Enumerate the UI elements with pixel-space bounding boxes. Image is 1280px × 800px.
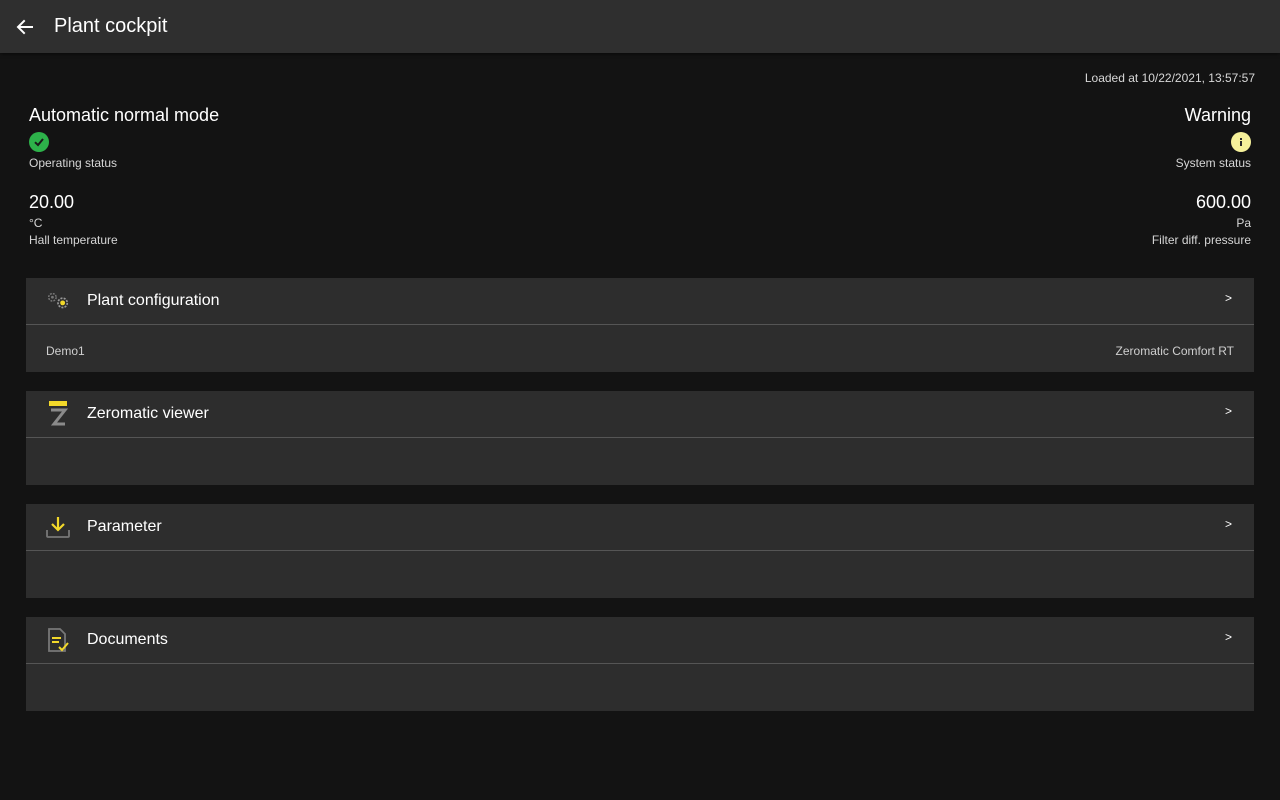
documents-card[interactable]: Documents > bbox=[26, 617, 1254, 711]
filter-pressure-block: 600.00 Pa Filter diff. pressure bbox=[1152, 192, 1251, 247]
card-header[interactable]: Parameter > bbox=[26, 504, 1254, 551]
download-icon bbox=[45, 514, 71, 540]
zeromatic-viewer-card[interactable]: Zeromatic viewer > bbox=[26, 391, 1254, 485]
gears-icon bbox=[45, 288, 71, 314]
card-title: Documents bbox=[87, 631, 168, 648]
hall-temperature-unit: °C bbox=[29, 216, 43, 230]
filter-pressure-value: 600.00 bbox=[1195, 192, 1251, 212]
info-circle-icon bbox=[1231, 132, 1251, 152]
operating-status-value: Automatic normal mode bbox=[29, 105, 220, 125]
card-header[interactable]: Documents > bbox=[26, 617, 1254, 664]
chevron-right-icon[interactable]: > bbox=[1225, 404, 1232, 418]
card-title: Parameter bbox=[87, 518, 162, 535]
check-circle-icon bbox=[29, 132, 49, 152]
plant-model: Zeromatic Comfort RT bbox=[1115, 344, 1234, 358]
chevron-right-icon[interactable]: > bbox=[1225, 630, 1232, 644]
hall-temperature-value: 20.00 bbox=[29, 192, 75, 212]
system-status-block: Warning System status bbox=[1176, 105, 1251, 170]
plant-name: Demo1 bbox=[46, 344, 85, 358]
card-body: Demo1 Zeromatic Comfort RT bbox=[26, 325, 1254, 372]
arrow-left-icon bbox=[16, 19, 33, 34]
document-check-icon bbox=[45, 627, 71, 653]
chevron-right-icon[interactable]: > bbox=[1225, 291, 1232, 305]
hall-temperature-block: 20.00 °C Hall temperature bbox=[29, 192, 118, 247]
card-body bbox=[26, 664, 1254, 711]
filter-pressure-label: Filter diff. pressure bbox=[1151, 233, 1251, 247]
system-status-label: System status bbox=[1175, 156, 1251, 170]
card-title: Plant configuration bbox=[87, 292, 220, 309]
app-bar: Plant cockpit bbox=[0, 0, 1280, 53]
chevron-right-icon[interactable]: > bbox=[1225, 517, 1232, 531]
parameter-card[interactable]: Parameter > bbox=[26, 504, 1254, 598]
card-body bbox=[26, 551, 1254, 598]
plant-configuration-card[interactable]: Plant configuration > Demo1 Zeromatic Co… bbox=[26, 278, 1254, 372]
card-title: Zeromatic viewer bbox=[87, 405, 209, 422]
filter-pressure-unit: Pa bbox=[1236, 216, 1251, 230]
card-body bbox=[26, 438, 1254, 485]
card-header[interactable]: Zeromatic viewer > bbox=[26, 391, 1254, 438]
zeromatic-logo-icon bbox=[45, 401, 71, 427]
operating-status-block: Automatic normal mode Operating status bbox=[29, 105, 219, 170]
loaded-timestamp: Loaded at 10/22/2021, 13:57:57 bbox=[1084, 71, 1255, 85]
system-status-value: Warning bbox=[1184, 105, 1251, 125]
hall-temperature-label: Hall temperature bbox=[29, 233, 118, 247]
back-button[interactable] bbox=[0, 0, 50, 53]
page-title: Plant cockpit bbox=[54, 15, 168, 37]
card-header[interactable]: Plant configuration > bbox=[26, 278, 1254, 325]
operating-status-label: Operating status bbox=[29, 156, 118, 170]
